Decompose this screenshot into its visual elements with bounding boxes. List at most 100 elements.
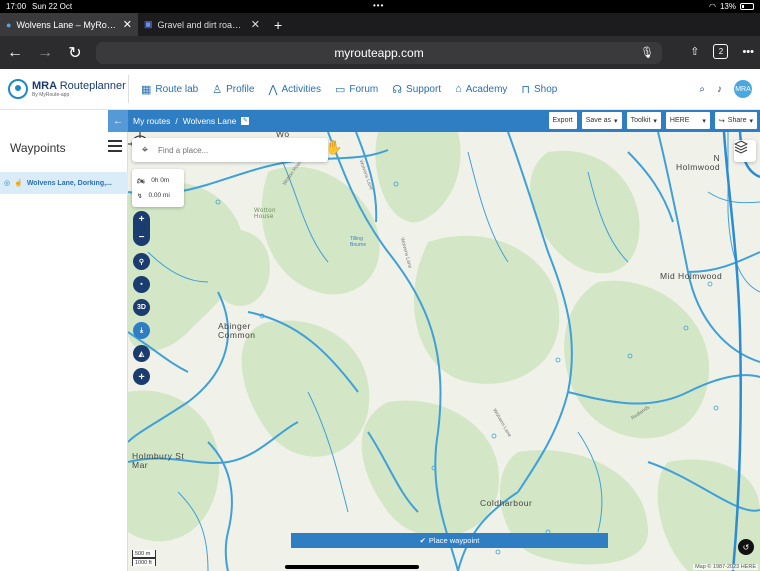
browser-tab[interactable]: ▣ Gravel and dirt roads...how ✕	[138, 13, 266, 36]
reset-rotation-button[interactable]: ↺	[738, 539, 754, 555]
motorcycle-icon: 🏍	[137, 177, 146, 185]
poi-icon: ▪	[140, 281, 143, 288]
nav-item-shop[interactable]: ⊓ Shop	[521, 83, 557, 96]
nav-item-route-lab[interactable]: ▦ Route lab	[141, 83, 198, 96]
nav-label: Forum	[349, 83, 379, 95]
place-search-box: ⌖	[132, 138, 328, 162]
map-tiles	[128, 132, 760, 571]
logo-tagline: By MyRoute-app	[32, 91, 70, 98]
place-waypoint-label: Place waypoint	[428, 536, 480, 545]
toolkit-button[interactable]: Toolkit ▾	[626, 112, 661, 129]
tab-overview-button[interactable]: 2	[713, 44, 729, 59]
location-pin-button[interactable]: ⚲	[133, 253, 150, 270]
bag-icon: ⊓	[521, 83, 530, 96]
map-icon: ▦	[141, 83, 152, 96]
new-tab-button[interactable]: +	[266, 17, 290, 33]
url-text: myrouteapp.com	[334, 46, 424, 60]
share-button[interactable]: ↪ Share ▾	[714, 112, 757, 129]
zoom-out-button[interactable]: −	[139, 232, 145, 243]
poi-button[interactable]: ▪	[133, 276, 150, 293]
route-duration: 0h 0m	[151, 177, 170, 184]
save-as-button[interactable]: Save as ▾	[581, 112, 622, 129]
map-label-tilling-bourne: Tilling Bourne	[350, 236, 367, 248]
more-icon[interactable]: •••	[742, 46, 754, 58]
waypoint-start-icon: ◎	[4, 180, 11, 187]
download-button[interactable]: ⤓	[133, 322, 150, 339]
tab-close-icon[interactable]: ✕	[251, 18, 260, 31]
nav-item-academy[interactable]: ⌂ Academy	[455, 83, 507, 95]
nav-item-profile[interactable]: ♙ Profile	[212, 83, 254, 96]
scale-imperial: 1000 ft	[132, 558, 156, 566]
tab-label: Wolvens Lane – MyRouteApp	[16, 19, 117, 30]
headset-icon: ☊	[392, 83, 403, 96]
map-canvas[interactable]: Wotton House Abinger Common Holmbury St …	[128, 132, 760, 571]
layers-button[interactable]	[734, 140, 756, 162]
nav-item-support[interactable]: ☊ Support	[392, 83, 441, 96]
nav-label: Academy	[465, 83, 508, 95]
place-search-input[interactable]	[158, 145, 308, 155]
provider-label: HERE	[669, 117, 690, 124]
browser-tab-active[interactable]: ● Wolvens Lane – MyRouteApp ✕	[0, 13, 138, 36]
toolkit-label: Toolkit	[630, 117, 651, 124]
map-label-wotton-house: Wotton House	[254, 208, 276, 220]
breadcrumb-separator: /	[175, 116, 178, 126]
collapse-sidebar-button[interactable]: ←	[108, 110, 128, 132]
breadcrumb-my-routes[interactable]: My routes	[133, 116, 170, 126]
rotate-icon: ↺	[742, 542, 750, 552]
export-label: Export	[552, 117, 573, 124]
export-button[interactable]: Export	[548, 112, 577, 129]
url-bar[interactable]: myrouteapp.com 🎙	[96, 42, 662, 64]
3d-button[interactable]: 3D	[133, 299, 150, 316]
waypoint-item[interactable]: ◎ ☝ Wolvens Lane, Dorking,...	[0, 172, 128, 194]
route-bar: ← My routes / Wolvens Lane ✎ Export Save…	[0, 110, 760, 132]
hand-tool-icon[interactable]: ✋	[325, 139, 342, 156]
hamburger-menu-icon[interactable]	[108, 140, 122, 155]
hand-drag-icon[interactable]: ☝	[14, 179, 23, 187]
forward-arrow-icon[interactable]: →	[30, 44, 60, 62]
elevation-button[interactable]: ◭	[133, 345, 150, 362]
logo-name: Routeplanner	[59, 79, 126, 92]
3d-label: 3D	[137, 304, 146, 311]
home-indicator[interactable]	[285, 565, 419, 569]
pin-icon: ⚲	[138, 258, 145, 266]
route-stats: 🏍 0h 0m ↯ 0.00 mi	[132, 169, 184, 207]
nav-label: Activities	[281, 83, 321, 95]
status-bar: 17:00 Sun 22 Oct ••• ◠ 13%	[0, 0, 760, 13]
bell-icon[interactable]: ♪	[717, 84, 722, 95]
place-waypoint-button[interactable]: ✔ Place waypoint	[291, 533, 608, 548]
nav-item-activities[interactable]: ⋀ Activities	[268, 83, 320, 96]
mra-logo[interactable]: MRA Routeplanner By MyRoute-app	[0, 79, 128, 99]
activity-icon: ⋀	[268, 83, 278, 96]
locate-me-button[interactable]: ✛	[133, 368, 150, 385]
nav-label: Shop	[534, 83, 558, 95]
share-arrow-icon: ↪	[718, 117, 725, 125]
back-arrow-icon[interactable]: ←	[0, 44, 30, 62]
scale-metric: 500 m	[132, 550, 156, 558]
waypoint-label: Wolvens Lane, Dorking,...	[26, 179, 112, 187]
share-icon[interactable]: ⇧	[690, 45, 699, 58]
battery-percent: 13%	[719, 2, 736, 11]
nav-item-forum[interactable]: ▭ Forum	[335, 83, 378, 96]
zoom-control: + −	[133, 211, 150, 246]
tab-close-icon[interactable]: ✕	[123, 18, 132, 31]
zoom-in-button[interactable]: +	[139, 214, 145, 225]
tab-favicon-icon: ▣	[144, 19, 153, 29]
save-as-label: Save as	[585, 117, 612, 124]
status-time: 17:00	[6, 2, 27, 11]
main-nav: ▦ Route lab ♙ Profile ⋀ Activities ▭ Forum ☊…	[141, 83, 557, 96]
avatar[interactable]: MRA	[734, 80, 752, 98]
microphone-icon[interactable]: 🎙	[640, 46, 654, 59]
multitasking-dots-icon[interactable]: •••	[373, 1, 384, 10]
share-label: Share	[727, 117, 747, 124]
edit-icon[interactable]: ✎	[241, 117, 250, 125]
nav-label: Profile	[226, 83, 255, 95]
status-date: Sun 22 Oct	[32, 2, 73, 11]
map-label-mid-holmwood: Mid Holmwood	[660, 271, 723, 281]
divider	[128, 75, 129, 103]
nav-label: Route lab	[155, 83, 199, 95]
map-provider-select[interactable]: HERE ▾	[665, 112, 710, 129]
reload-icon[interactable]: ↻	[60, 43, 90, 63]
elevation-icon: ◭	[138, 350, 145, 358]
search-icon[interactable]: ⌕	[699, 84, 705, 95]
battery-icon	[740, 3, 754, 10]
